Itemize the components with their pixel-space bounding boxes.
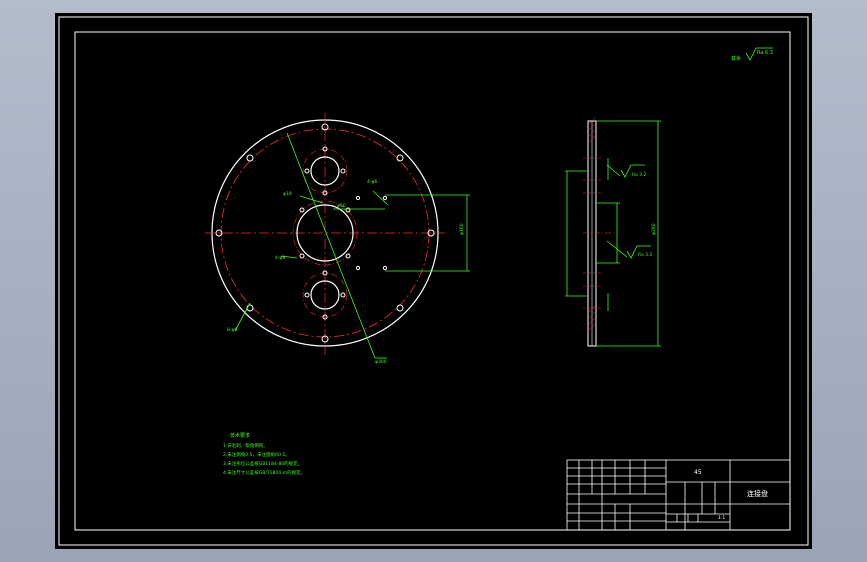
small-hole xyxy=(304,168,310,174)
leader-line xyxy=(234,302,251,332)
cad-drawing: 4-φ6 4-φ8 8-φ9 φ50 φ18 φ300 φ160 φ280 Ra… xyxy=(58,16,809,546)
tech-line: 2.未注倒角0.5，未注圆角R0.5。 xyxy=(223,451,290,458)
front-view: 4-φ6 4-φ8 8-φ9 φ50 φ18 φ300 φ160 xyxy=(205,113,470,365)
side-view: φ280 Ra 3.2 Ra 3.2 xyxy=(565,116,661,347)
bolt-hole xyxy=(246,304,254,312)
drawing-sheet: 4-φ6 4-φ8 8-φ9 φ50 φ18 φ300 φ160 φ280 Ra… xyxy=(55,13,812,549)
material-cell: 45 xyxy=(694,469,702,476)
tech-line: 4.未注尺寸公差按GB/T1804-m的规定。 xyxy=(223,469,305,476)
small-hole xyxy=(345,253,351,259)
small-hole xyxy=(355,265,361,271)
small-hole xyxy=(340,292,346,298)
tech-heading: 技术要求 xyxy=(230,432,250,439)
small-hole xyxy=(382,265,388,271)
small-hole xyxy=(299,207,305,213)
small-hole xyxy=(382,195,388,201)
tech-line: 3.未注形位公差按GB1184-80的规定。 xyxy=(223,460,302,467)
ra-main: Ra 6.3 xyxy=(757,50,773,56)
roughness-other: 其余 xyxy=(731,55,741,62)
small-hole xyxy=(340,168,346,174)
outer-border xyxy=(58,16,809,546)
part-name: 连接盘 xyxy=(747,489,768,498)
small-hole xyxy=(304,292,310,298)
ra-side-2: Ra 3.2 xyxy=(638,252,653,258)
bolt-hole xyxy=(246,154,254,162)
side-dim-1: φ160 xyxy=(459,223,465,235)
tech-notes: 技术要求 1.去毛刺，锐角倒钝。 2.未注倒角0.5，未注圆角R0.5。 3.未… xyxy=(223,432,305,476)
bottom-tag: φ300 xyxy=(375,359,387,365)
center-dim-2: φ18 xyxy=(283,191,292,197)
center-dim: φ50 xyxy=(337,203,346,209)
bolt-hole xyxy=(396,304,404,312)
hole-tag-3: 8-φ9 xyxy=(227,327,237,333)
bolt-hole xyxy=(396,154,404,162)
small-hole xyxy=(299,253,305,259)
hole-tag-1: 4-φ6 xyxy=(367,179,377,185)
tech-line: 1.去毛刺，锐角倒钝。 xyxy=(223,442,268,449)
small-hole xyxy=(355,195,361,201)
inner-border xyxy=(74,31,791,531)
ra-side-1: Ra 3.2 xyxy=(632,172,647,178)
leader-line xyxy=(299,195,324,204)
hole-tag-2: 4-φ8 xyxy=(275,255,285,261)
roughness-note: 其余 Ra 6.3 xyxy=(731,47,773,62)
side-dim-2: φ280 xyxy=(651,223,657,235)
scale-cell: 1:1 xyxy=(718,515,725,521)
leader-line xyxy=(372,190,389,206)
